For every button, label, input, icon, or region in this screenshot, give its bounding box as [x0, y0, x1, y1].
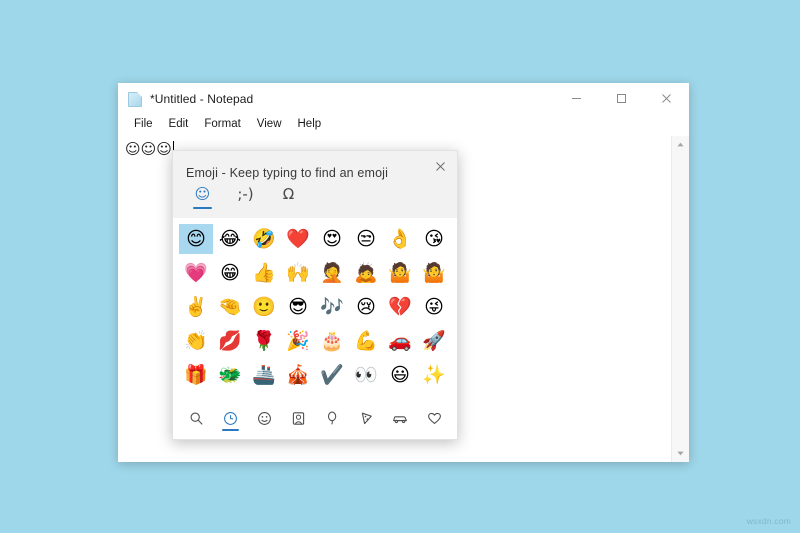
- emoji-category-bar: [173, 403, 457, 439]
- smiling-face-with-sunglasses-emoji[interactable]: 😎: [281, 292, 315, 322]
- people-underline: [290, 429, 307, 431]
- tab-kaomoji-underline: [236, 207, 255, 209]
- smiling-face-smiling-eyes-emoji[interactable]: 😊: [179, 224, 213, 254]
- food-underline: [358, 429, 375, 431]
- scrollbar-track[interactable]: [672, 153, 689, 445]
- typed-text: ☺☺☺: [125, 139, 172, 158]
- tab-emoji-underline: [193, 207, 212, 209]
- slightly-smiling-face-emoji[interactable]: 🙂: [247, 292, 281, 322]
- emoji-row: 😊 😂 🤣 ❤️ 😍 😒 👌 😘: [179, 222, 451, 256]
- ok-hand-emoji[interactable]: 👌: [383, 224, 417, 254]
- emoji-row: 💗 😁 👍 🙌 🤦 🙇 🤷 🤷: [179, 256, 451, 290]
- rocket-emoji[interactable]: 🚀: [417, 326, 451, 356]
- menu-item-view[interactable]: View: [249, 114, 290, 135]
- emoji-grid: 😊 😂 🤣 ❤️ 😍 😒 👌 😘 💗 😁 👍 🙌 🤦 🙇 🤷 🤷 ✌️ 🤏 🙂 😎 🎶 😢 💔 😜 👏 💋 🌹 🎉 🎂 💪 🚗 🚀 🎁 🐲 🚢 🎪 ✔️…: [173, 218, 457, 403]
- musical-notes-emoji[interactable]: 🎶: [315, 292, 349, 322]
- watermark: wsxdn.com: [746, 516, 791, 526]
- emoji-panel-tabs: ☺ ;-) Ω: [173, 180, 457, 218]
- broken-heart-emoji[interactable]: 💔: [383, 292, 417, 322]
- vertical-scrollbar[interactable]: [671, 136, 689, 462]
- red-heart-emoji[interactable]: ❤️: [281, 224, 315, 254]
- automobile-emoji[interactable]: 🚗: [383, 326, 417, 356]
- person-shrugging-emoji[interactable]: 🤷: [383, 258, 417, 288]
- tab-kaomoji[interactable]: ;-): [229, 185, 262, 218]
- tab-emoji-glyph: ☺: [194, 185, 211, 203]
- person-bowing-emoji[interactable]: 🙇: [349, 258, 383, 288]
- close-button[interactable]: [644, 83, 689, 114]
- minimize-button[interactable]: [554, 83, 599, 114]
- emoji-row: 🎁 🐲 🚢 🎪 ✔️ 👀 😃 ✨: [179, 358, 451, 392]
- smiley-icon[interactable]: [247, 404, 281, 438]
- flexed-biceps-emoji[interactable]: 💪: [349, 326, 383, 356]
- food-icon[interactable]: [349, 404, 383, 438]
- winking-face-with-tongue-emoji[interactable]: 😜: [417, 292, 451, 322]
- window-controls: [554, 83, 689, 114]
- face-with-tears-of-joy-emoji[interactable]: 😂: [213, 224, 247, 254]
- emoji-picker-panel: Emoji - Keep typing to find an emoji ☺ ;…: [172, 150, 458, 440]
- emoji-row: ✌️ 🤏 🙂 😎 🎶 😢 💔 😜: [179, 290, 451, 324]
- search-icon[interactable]: [179, 404, 213, 438]
- smiling-face-with-heart-eyes-emoji[interactable]: 😍: [315, 224, 349, 254]
- people-icon[interactable]: [281, 404, 315, 438]
- clock-icon[interactable]: [213, 404, 247, 438]
- heart-icon[interactable]: [417, 404, 451, 438]
- scroll-up-arrow[interactable]: [672, 136, 689, 153]
- menu-bar: File Edit Format View Help: [118, 114, 689, 135]
- tab-symbols[interactable]: Ω: [272, 185, 305, 218]
- sparkles-emoji[interactable]: ✨: [417, 360, 451, 390]
- check-mark-emoji[interactable]: ✔️: [315, 360, 349, 390]
- face-blowing-a-kiss-emoji[interactable]: 😘: [417, 224, 451, 254]
- scroll-down-arrow[interactable]: [672, 445, 689, 462]
- tab-kaomoji-glyph: ;-): [237, 185, 254, 203]
- victory-hand-emoji[interactable]: ✌️: [179, 292, 213, 322]
- balloon-icon[interactable]: [315, 404, 349, 438]
- menu-item-format[interactable]: Format: [196, 114, 248, 135]
- crying-face-emoji[interactable]: 😢: [349, 292, 383, 322]
- birthday-cake-emoji[interactable]: 🎂: [315, 326, 349, 356]
- unamused-face-emoji[interactable]: 😒: [349, 224, 383, 254]
- ship-emoji[interactable]: 🚢: [247, 360, 281, 390]
- eyes-emoji[interactable]: 👀: [349, 360, 383, 390]
- beaming-face-emoji[interactable]: 😁: [213, 258, 247, 288]
- car-icon[interactable]: [383, 404, 417, 438]
- menu-item-help[interactable]: Help: [290, 114, 330, 135]
- kiss-mark-emoji[interactable]: 💋: [213, 326, 247, 356]
- dragon-face-emoji[interactable]: 🐲: [213, 360, 247, 390]
- menu-item-file[interactable]: File: [126, 114, 161, 135]
- party-popper-emoji[interactable]: 🎉: [281, 326, 315, 356]
- tab-symbols-glyph: Ω: [282, 185, 295, 203]
- emoji-panel-title: Emoji - Keep typing to find an emoji: [186, 166, 389, 180]
- rose-emoji[interactable]: 🌹: [247, 326, 281, 356]
- circus-tent-emoji[interactable]: 🎪: [281, 360, 315, 390]
- emoji-panel-close-icon[interactable]: [423, 151, 457, 181]
- wrapped-gift-emoji[interactable]: 🎁: [179, 360, 213, 390]
- balloon-underline: [324, 429, 341, 431]
- tab-symbols-underline: [279, 207, 298, 209]
- person-facepalming-emoji[interactable]: 🤦: [315, 258, 349, 288]
- thumbs-up-emoji[interactable]: 👍: [247, 258, 281, 288]
- raising-hands-emoji[interactable]: 🙌: [281, 258, 315, 288]
- search-underline: [188, 429, 205, 431]
- growing-heart-emoji[interactable]: 💗: [179, 258, 213, 288]
- emoji-panel-header: Emoji - Keep typing to find an emoji ☺ ;…: [173, 151, 457, 218]
- window-title: *Untitled - Notepad: [150, 91, 254, 106]
- car-underline: [392, 429, 409, 431]
- menu-item-edit[interactable]: Edit: [161, 114, 197, 135]
- smiley-underline: [256, 429, 273, 431]
- rolling-on-the-floor-laughing-emoji[interactable]: 🤣: [247, 224, 281, 254]
- maximize-button[interactable]: [599, 83, 644, 114]
- person-shrugging-alt-emoji[interactable]: 🤷: [417, 258, 451, 288]
- pinching-hand-emoji[interactable]: 🤏: [213, 292, 247, 322]
- clapping-hands-emoji[interactable]: 👏: [179, 326, 213, 356]
- tab-emoji[interactable]: ☺: [186, 185, 219, 218]
- notepad-document-icon: [127, 91, 143, 107]
- clock-underline: [221, 429, 239, 431]
- emoji-row: 👏 💋 🌹 🎉 🎂 💪 🚗 🚀: [179, 324, 451, 358]
- grinning-face-big-eyes-emoji[interactable]: 😃: [383, 360, 417, 390]
- heart-underline: [426, 429, 443, 431]
- notepad-titlebar[interactable]: *Untitled - Notepad: [118, 83, 689, 114]
